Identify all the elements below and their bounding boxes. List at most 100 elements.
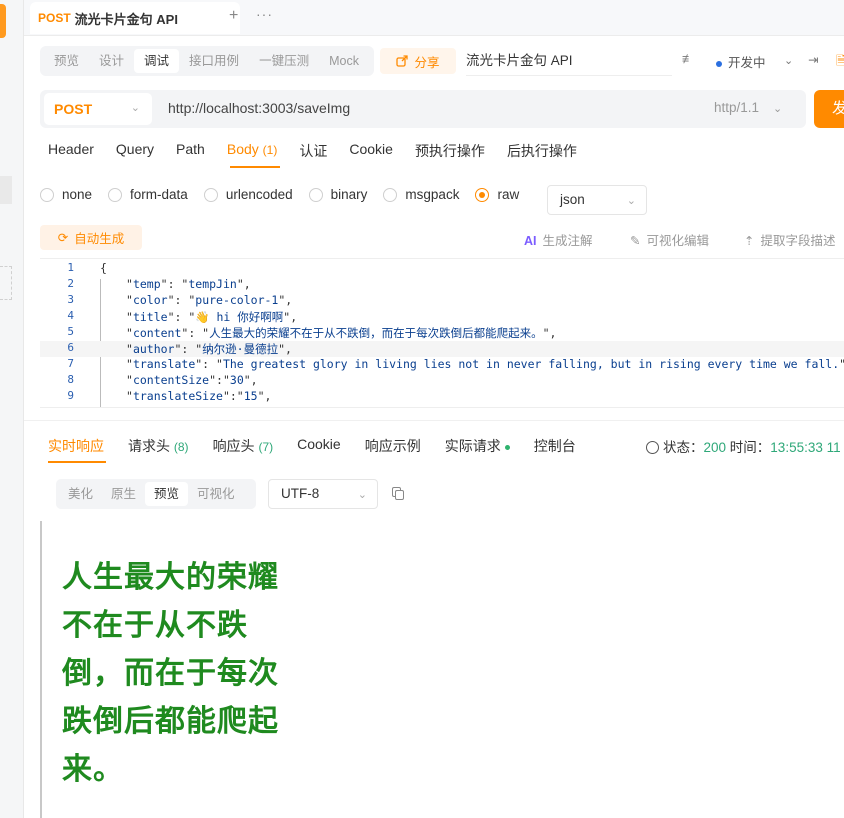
response-size: 11 bbox=[826, 440, 841, 455]
tab-label: 控制台 bbox=[533, 438, 576, 454]
http-version-select[interactable]: http/1.1 ⌄ bbox=[714, 100, 782, 115]
code-line: 2 "temp": "tempJin", bbox=[40, 277, 844, 293]
tab-label: 请求头 bbox=[128, 438, 170, 454]
radio-urlencoded[interactable]: urlencoded bbox=[203, 187, 293, 202]
mode-debug[interactable]: 调试 bbox=[134, 49, 180, 73]
tab-label: Body bbox=[226, 141, 259, 157]
tab-query[interactable]: Query bbox=[116, 141, 154, 163]
radio-msgpack[interactable]: msgpack bbox=[383, 187, 459, 202]
encoding-value: UTF-8 bbox=[281, 486, 320, 501]
code-line: 9 "translateSize":"15", bbox=[40, 389, 844, 405]
radio-label: msgpack bbox=[405, 187, 460, 202]
send-button[interactable]: 发送 bbox=[814, 90, 844, 128]
tab-auth[interactable]: 认证 bbox=[299, 141, 327, 163]
copy-icon[interactable] bbox=[392, 487, 404, 500]
ai-annotate-button[interactable]: AI 生成注解 bbox=[524, 230, 593, 249]
code-line: 6 "author": "纳尔逊·曼德拉", bbox=[40, 341, 844, 357]
radio-circle bbox=[383, 187, 398, 202]
tab-actual-request[interactable]: 实际请求 bbox=[445, 436, 510, 456]
tab-response-example[interactable]: 响应示例 bbox=[365, 436, 421, 456]
sidebar-item[interactable] bbox=[0, 176, 12, 204]
url-bar: POST ⌄ http://localhost:3003/saveImg htt… bbox=[40, 90, 806, 128]
code-text: "title": "👋 hi 你好啊啊", bbox=[126, 310, 298, 324]
response-tabs: 实时响应 请求头 (8) 响应头 (7) Cookie 响应示例 实际请求 控制… bbox=[48, 436, 600, 456]
tab-count: (1) bbox=[262, 143, 278, 157]
visual-edit-label: 可视化编辑 bbox=[646, 234, 709, 248]
line-number: 6 bbox=[67, 341, 74, 354]
new-tab-button[interactable]: + bbox=[229, 7, 238, 25]
tab-title: 流光卡片金句 API bbox=[74, 11, 178, 27]
tab-path[interactable]: Path bbox=[176, 141, 205, 163]
request-tabs: Header Query Path Body (1) 认证 Cookie 预执行… bbox=[48, 141, 599, 163]
save-icon[interactable]: 🗎 bbox=[836, 52, 844, 73]
active-tab-indicator bbox=[230, 166, 280, 168]
radio-raw[interactable]: raw bbox=[475, 187, 519, 202]
preview-border bbox=[40, 521, 42, 818]
tab-label: 响应示例 bbox=[364, 438, 421, 454]
tab-console[interactable]: 控制台 bbox=[534, 436, 576, 456]
radio-form-data[interactable]: form-data bbox=[108, 187, 188, 202]
radio-none[interactable]: none bbox=[40, 187, 92, 202]
url-input[interactable]: http://localhost:3003/saveImg bbox=[168, 100, 350, 116]
tab-pre-script[interactable]: 预执行操作 bbox=[415, 141, 485, 163]
method-value: POST bbox=[54, 101, 93, 117]
left-sidebar-strip bbox=[0, 0, 24, 818]
preview-line: 来。 bbox=[62, 752, 124, 787]
response-status: 状态：200 时间：13:55:33 11 bbox=[646, 436, 841, 456]
sidebar-item[interactable] bbox=[0, 266, 12, 300]
code-text: "translateSize":"15", bbox=[126, 389, 272, 403]
share-label: 分享 bbox=[414, 55, 440, 70]
main-panel: POST 流光卡片金句 API + ··· 预览 设计 调试 接口用例 一键压测… bbox=[24, 0, 844, 818]
more-tabs-button[interactable]: ··· bbox=[256, 6, 273, 22]
radio-label: binary bbox=[330, 187, 368, 202]
dev-status-select[interactable]: 开发中 bbox=[716, 52, 766, 71]
tab-body[interactable]: Body (1) bbox=[227, 141, 277, 163]
header-tools: ≢ 开发中 ⌄ ⇥ 🗎 bbox=[680, 52, 844, 72]
body-code-editor[interactable]: 1{2 "temp": "tempJin", 3 "color": "pure-col… bbox=[40, 258, 844, 408]
method-select[interactable]: POST ⌄ bbox=[44, 93, 152, 125]
tab-post-script[interactable]: 后执行操作 bbox=[507, 141, 577, 163]
view-pretty[interactable]: 美化 bbox=[59, 482, 102, 506]
mode-test-cases[interactable]: 接口用例 bbox=[179, 49, 249, 73]
body-format-select[interactable]: json ⌄ bbox=[547, 185, 647, 215]
encoding-select[interactable]: UTF-8 ⌄ bbox=[268, 479, 378, 509]
code-text: "contentSize":"30", bbox=[126, 373, 258, 387]
mode-preview[interactable]: 预览 bbox=[44, 49, 89, 73]
view-switcher: 美化 原生 预览 可视化 bbox=[56, 479, 256, 509]
extract-desc-label: 提取字段描述 bbox=[760, 234, 836, 248]
mode-load-test[interactable]: 一键压测 bbox=[249, 49, 319, 73]
visual-edit-button[interactable]: ✎ 可视化编辑 bbox=[630, 230, 709, 249]
auto-generate-button[interactable]: ⟳ 自动生成 bbox=[40, 225, 142, 250]
code-line: 7 "translate": "The greatest glory in liv… bbox=[40, 357, 844, 373]
active-tab-indicator bbox=[48, 461, 106, 463]
globe-icon bbox=[646, 441, 659, 454]
tab-cookie[interactable]: Cookie bbox=[349, 141, 393, 163]
view-raw[interactable]: 原生 bbox=[102, 482, 145, 506]
view-preview[interactable]: 预览 bbox=[145, 482, 189, 506]
code-text: "color": "pure-color-1", bbox=[126, 293, 293, 307]
tab-header[interactable]: Header bbox=[48, 141, 94, 163]
radio-circle bbox=[108, 187, 123, 202]
ai-annotate-label: 生成注解 bbox=[542, 234, 593, 248]
tab-api-active[interactable]: POST 流光卡片金句 API bbox=[30, 2, 240, 34]
tab-live-response[interactable]: 实时响应 bbox=[48, 436, 104, 456]
radio-circle bbox=[40, 187, 54, 202]
collapse-icon[interactable]: ⇥ bbox=[808, 52, 818, 67]
api-name-field[interactable]: 流光卡片金句 API bbox=[466, 46, 672, 76]
share-button[interactable]: 分享 bbox=[380, 48, 456, 74]
view-visual[interactable]: 可视化 bbox=[188, 482, 244, 506]
tab-label: 响应头 bbox=[212, 438, 255, 454]
response-time: 13:55:33 bbox=[770, 440, 823, 455]
tab-label: 实际请求 bbox=[444, 438, 501, 454]
extract-desc-button[interactable]: ⇡ 提取字段描述 bbox=[744, 230, 836, 249]
format-icon[interactable]: ≢ bbox=[682, 52, 695, 66]
radio-binary[interactable]: binary bbox=[308, 187, 368, 202]
tab-cookie[interactable]: Cookie bbox=[297, 436, 341, 456]
status-code: 200 bbox=[703, 440, 727, 455]
mode-design[interactable]: 设计 bbox=[89, 49, 134, 73]
mode-mock[interactable]: Mock bbox=[319, 49, 369, 73]
tab-request-headers[interactable]: 请求头 (8) bbox=[128, 436, 189, 456]
chevron-down-icon[interactable]: ⌄ bbox=[784, 54, 793, 67]
tab-label: Query bbox=[115, 141, 155, 157]
tab-response-headers[interactable]: 响应头 (7) bbox=[213, 436, 274, 456]
